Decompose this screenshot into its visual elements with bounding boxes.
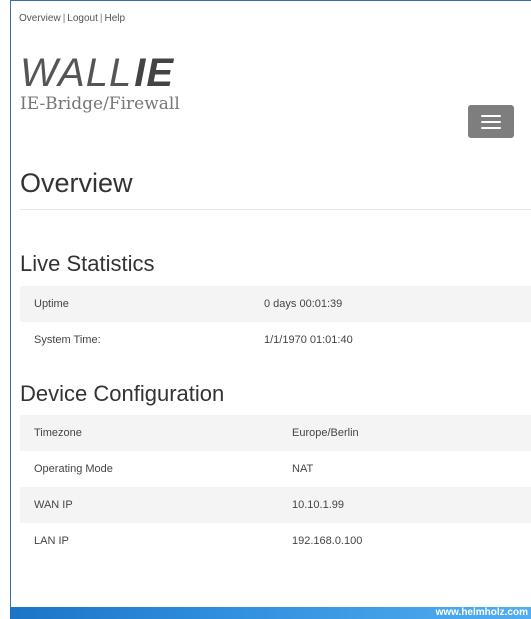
table-row: System Time: 1/1/1970 01:01:40 (20, 322, 531, 358)
top-links: Overview | Logout | Help (19, 13, 125, 24)
table-row: Operating Mode NAT (20, 451, 531, 487)
uptime-label: Uptime (34, 298, 69, 310)
live-statistics-table: Uptime 0 days 00:01:39 System Time: 1/1/… (20, 286, 531, 358)
device-configuration-title: Device Configuration (20, 381, 225, 406)
device-configuration-table: Timezone Europe/Berlin Operating Mode NA… (20, 415, 531, 559)
wan-ip-label: WAN IP (34, 499, 73, 511)
hamburger-menu-icon (481, 114, 501, 117)
page-title: Overview (20, 168, 133, 198)
hamburger-menu-button[interactable] (468, 105, 514, 138)
lan-ip-label: LAN IP (34, 535, 69, 547)
timezone-label: Timezone (34, 427, 82, 439)
table-row: Uptime 0 days 00:01:39 (20, 286, 531, 322)
help-link[interactable]: Help (105, 13, 126, 24)
logo-subtitle: IE-Bridge/Firewall (20, 94, 180, 114)
overview-link[interactable]: Overview (19, 13, 61, 24)
title-divider (20, 209, 531, 210)
logo-wordmark: WALL IE (20, 53, 180, 93)
logo-ie-text: IE (134, 51, 174, 95)
hamburger-menu-icon (481, 120, 501, 123)
system-time-label: System Time: (34, 334, 101, 346)
operating-mode-value: NAT (292, 463, 314, 475)
logout-link[interactable]: Logout (67, 13, 98, 24)
live-statistics-title: Live Statistics (20, 251, 155, 276)
hamburger-menu-icon (481, 126, 501, 129)
lan-ip-value: 192.168.0.100 (292, 535, 363, 547)
link-separator: | (99, 13, 103, 24)
wallie-logo: WALL IE IE-Bridge/Firewall (20, 53, 180, 113)
table-row: Timezone Europe/Berlin (20, 415, 531, 451)
system-time-value: 1/1/1970 01:01:40 (264, 334, 353, 346)
link-separator: | (62, 13, 66, 24)
table-row: LAN IP 192.168.0.100 (20, 523, 531, 559)
footer-website-link[interactable]: www.helmholz.com (436, 607, 528, 618)
logo-wall-text: WALL (20, 51, 133, 95)
operating-mode-label: Operating Mode (34, 463, 113, 475)
footer-bar: www.helmholz.com (10, 607, 531, 619)
table-row: WAN IP 10.10.1.99 (20, 487, 531, 523)
uptime-value: 0 days 00:01:39 (264, 298, 343, 310)
wan-ip-value: 10.10.1.99 (292, 499, 344, 511)
timezone-value: Europe/Berlin (292, 427, 359, 439)
page-frame: Overview | Logout | Help WALL IE IE-Brid… (10, 0, 531, 619)
